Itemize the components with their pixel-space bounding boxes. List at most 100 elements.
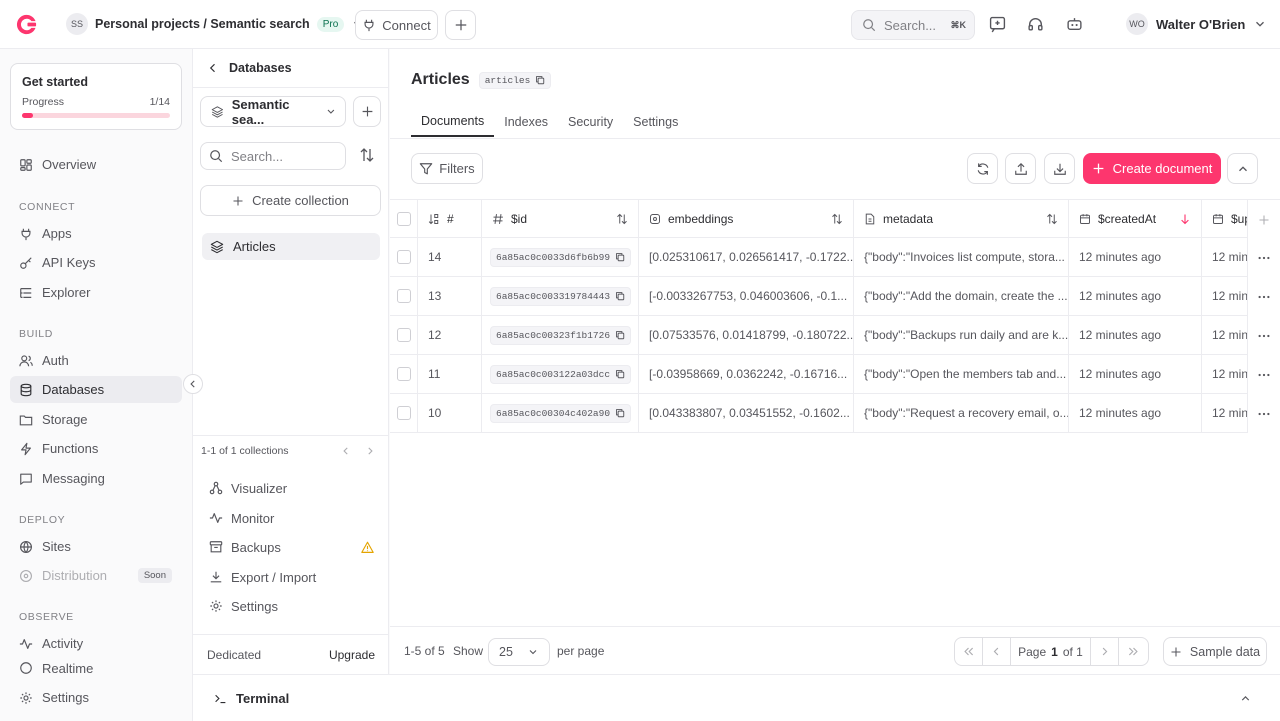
sidebar-item-databases[interactable]: Databases (10, 376, 182, 403)
row-checkbox[interactable] (397, 328, 411, 342)
sidebar-item-sites[interactable]: Sites (10, 533, 182, 560)
collection-item-articles[interactable]: Articles (202, 233, 380, 260)
sort-icon[interactable] (831, 213, 843, 225)
upgrade-link[interactable]: Upgrade (329, 648, 375, 662)
cell-metadata[interactable]: {"body":"Invoices list compute, stora... (854, 238, 1069, 276)
cell-metadata[interactable]: {"body":"Open the members tab and... (854, 355, 1069, 393)
sidebar-item-api-keys[interactable]: API Keys (10, 249, 182, 276)
document-id-chip[interactable]: 6a85ac0c003319784443 (490, 286, 632, 306)
cell-metadata[interactable]: {"body":"Add the domain, create the ... (854, 277, 1069, 315)
cell-embeddings[interactable]: [0.025310617, 0.026561417, -0.1722... (639, 238, 854, 276)
column-created-at[interactable]: $createdAt (1069, 200, 1202, 237)
row-checkbox[interactable] (397, 367, 411, 381)
cell-embeddings[interactable]: [-0.0033267753, 0.046003606, -0.1... (639, 277, 854, 315)
row-menu-button[interactable] (1247, 316, 1280, 355)
chevron-right-icon[interactable] (365, 446, 375, 456)
back-to-databases[interactable]: Databases (193, 49, 389, 88)
collection-id-chip[interactable]: articles (478, 71, 552, 89)
row-menu-button[interactable] (1247, 277, 1280, 316)
tool-backups[interactable]: Backups (209, 536, 374, 558)
row-menu-button[interactable] (1247, 238, 1280, 277)
sample-data-button[interactable]: Sample data (1163, 637, 1267, 666)
assistant-bot-icon[interactable] (1066, 16, 1083, 33)
select-all-checkbox[interactable] (397, 211, 411, 226)
chevron-left-icon[interactable] (341, 446, 351, 456)
sidebar-item-overview[interactable]: Overview (10, 151, 182, 178)
collapse-toolbar-button[interactable] (1227, 153, 1258, 184)
tab-security[interactable]: Security (558, 107, 623, 137)
tab-documents[interactable]: Documents (411, 107, 495, 137)
per-page-select[interactable]: 25 (488, 638, 550, 666)
create-collection-button[interactable]: Create collection (200, 185, 381, 216)
sort-icon[interactable] (359, 147, 375, 163)
tool-settings[interactable]: Settings (209, 595, 374, 617)
chevron-up-icon[interactable] (1239, 692, 1252, 705)
get-started-card[interactable]: Get started Progress 1/14 (10, 63, 182, 130)
column-number[interactable]: # (418, 200, 482, 237)
tab-indexes[interactable]: Indexes (494, 107, 558, 137)
row-checkbox[interactable] (397, 289, 411, 303)
row-menu-button[interactable] (1247, 355, 1280, 394)
tab-settings[interactable]: Settings (623, 107, 688, 137)
document-id-chip[interactable]: 6a85ac0c0033d6fb6b99 (490, 247, 632, 267)
sidebar-item-messaging[interactable]: Messaging (10, 465, 182, 492)
create-document-button[interactable]: Create document (1083, 153, 1221, 184)
sidebar-item-realtime[interactable]: Realtime (10, 660, 182, 674)
global-search[interactable]: Search... ⌘K (851, 10, 975, 40)
row-menu-button[interactable] (1247, 394, 1280, 433)
sidebar-item-settings[interactable]: Settings (10, 684, 182, 711)
sort-icon[interactable] (616, 213, 628, 225)
sidebar-item-storage[interactable]: Storage (10, 406, 182, 433)
table-row[interactable]: 10 6a85ac0c00304c402a90 [0.043383807, 0.03… (390, 394, 1280, 433)
document-id-chip[interactable]: 6a85ac0c003122a03dcc (490, 364, 632, 384)
first-page-button[interactable] (955, 638, 983, 665)
next-page-button[interactable] (1091, 638, 1119, 665)
column-embeddings[interactable]: embeddings (639, 200, 854, 237)
collection-search-input[interactable]: Search... (200, 142, 346, 170)
table-row[interactable]: 14 6a85ac0c0033d6fb6b99 [0.025310617, 0.02… (390, 238, 1280, 277)
support-headset-icon[interactable] (1027, 16, 1044, 33)
tool-monitor[interactable]: Monitor (209, 507, 374, 529)
cell-metadata[interactable]: {"body":"Request a recovery email, o... (854, 394, 1069, 432)
sidebar-item-auth[interactable]: Auth (10, 347, 182, 374)
prev-page-button[interactable] (983, 638, 1011, 665)
last-page-button[interactable] (1119, 638, 1147, 665)
project-switcher[interactable]: SS Personal projects / Semantic search P… (66, 13, 365, 35)
cell-embeddings[interactable]: [0.07533576, 0.01418799, -0.180722... (639, 316, 854, 354)
add-column-button[interactable] (1247, 200, 1280, 239)
appwrite-logo[interactable] (15, 13, 38, 36)
refresh-button[interactable] (967, 153, 998, 184)
row-checkbox[interactable] (397, 250, 411, 264)
sort-icon[interactable] (1046, 213, 1058, 225)
sidebar-item-activity[interactable]: Activity (10, 630, 182, 657)
cell-metadata[interactable]: {"body":"Backups run daily and are k... (854, 316, 1069, 354)
feedback-icon[interactable] (989, 16, 1006, 33)
tool-export-import[interactable]: Export / Import (209, 566, 374, 588)
database-selector[interactable]: Semantic sea... (200, 96, 346, 127)
add-database-button[interactable] (353, 96, 381, 127)
column-id[interactable]: $id (482, 200, 639, 237)
tool-visualizer[interactable]: Visualizer (209, 477, 374, 499)
page-number[interactable]: 1 (1051, 645, 1058, 659)
filters-button[interactable]: Filters (411, 153, 483, 184)
sidebar-item-functions[interactable]: Functions (10, 435, 182, 462)
sidebar-item-apps[interactable]: Apps (10, 220, 182, 247)
connect-button[interactable]: Connect (355, 10, 438, 40)
cell-embeddings[interactable]: [-0.03958669, 0.0362242, -0.16716... (639, 355, 854, 393)
table-row[interactable]: 13 6a85ac0c003319784443 [-0.0033267753, 0.… (390, 277, 1280, 316)
collapse-sidebar-button[interactable] (183, 374, 203, 394)
arrow-down-icon[interactable] (1179, 213, 1191, 225)
terminal-bar[interactable]: Terminal (193, 674, 1280, 721)
document-id-chip[interactable]: 6a85ac0c00323f1b1726 (490, 325, 632, 345)
add-button[interactable] (445, 10, 476, 40)
column-metadata[interactable]: metadata (854, 200, 1069, 237)
document-id-chip[interactable]: 6a85ac0c00304c402a90 (490, 403, 632, 423)
user-menu[interactable]: WO Walter O'Brien (1126, 13, 1267, 35)
export-button[interactable] (1005, 153, 1036, 184)
table-row[interactable]: 12 6a85ac0c00323f1b1726 [0.07533576, 0.014… (390, 316, 1280, 355)
table-row[interactable]: 11 6a85ac0c003122a03dcc [-0.03958669, 0.03… (390, 355, 1280, 394)
import-button[interactable] (1044, 153, 1075, 184)
row-checkbox[interactable] (397, 406, 411, 420)
cell-embeddings[interactable]: [0.043383807, 0.03451552, -0.1602... (639, 394, 854, 432)
sidebar-item-explorer[interactable]: Explorer (10, 279, 182, 306)
